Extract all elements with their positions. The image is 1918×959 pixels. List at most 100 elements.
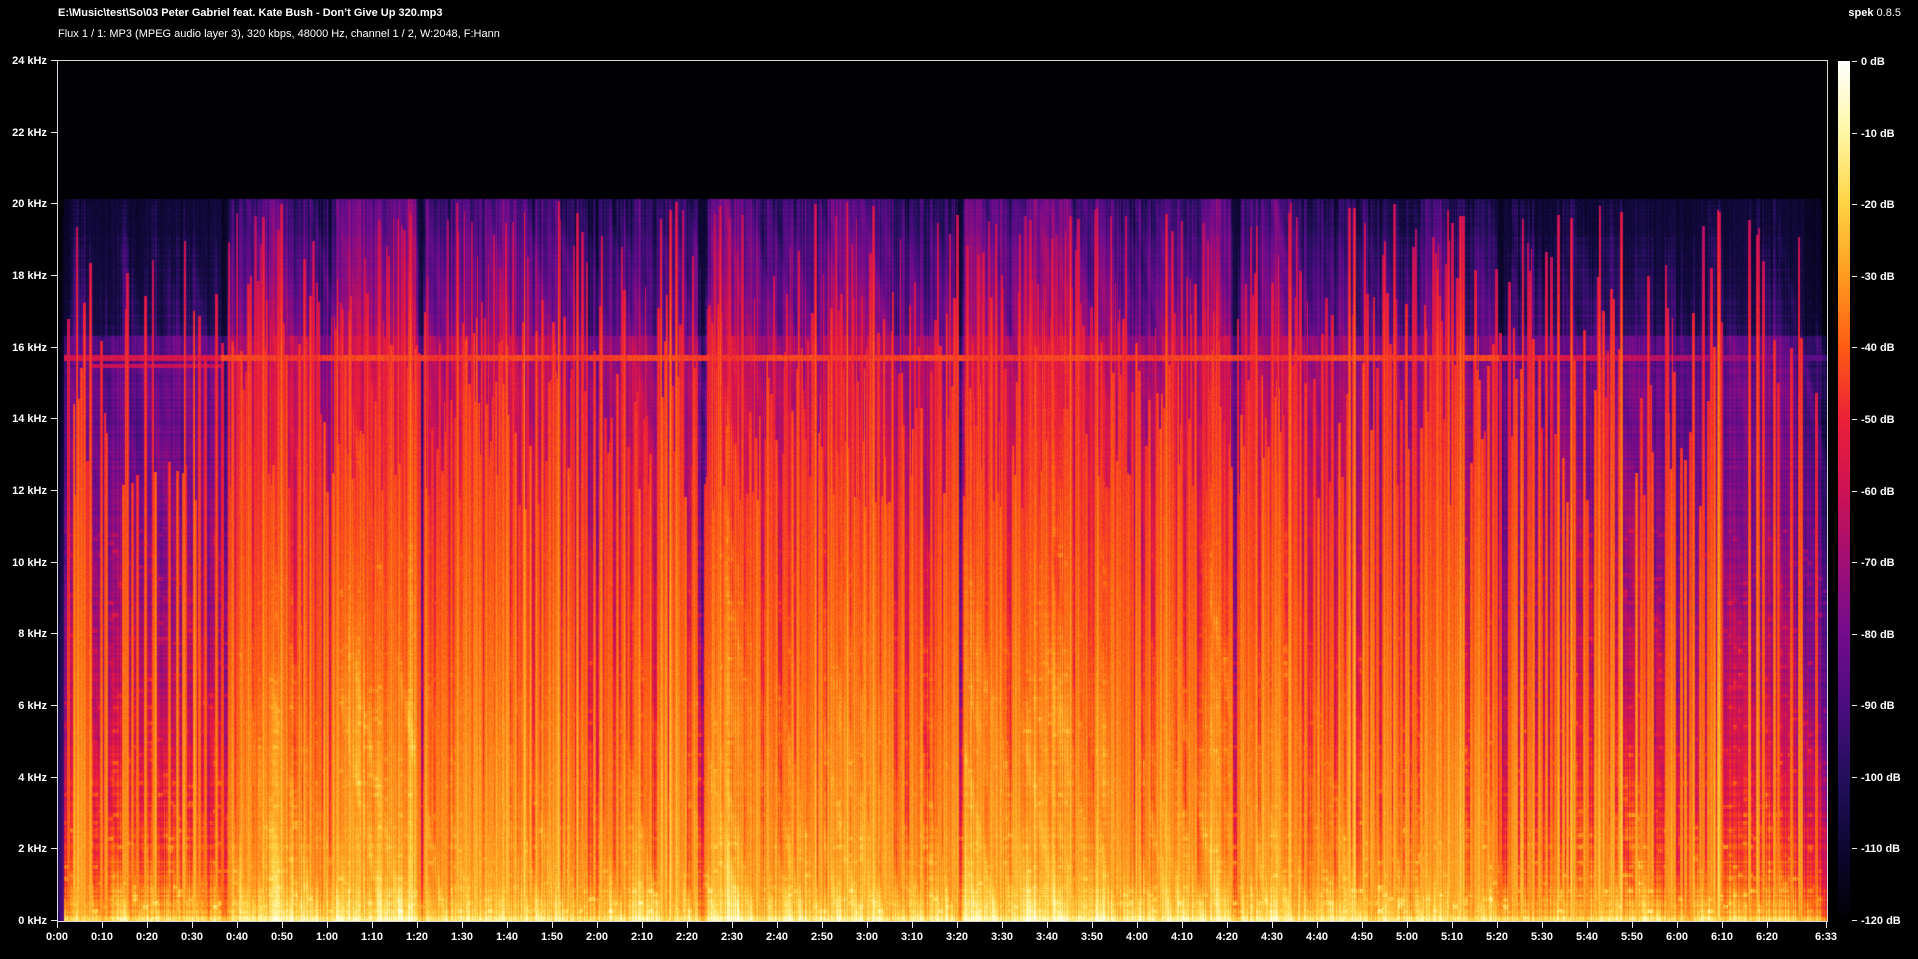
y-axis-tick	[51, 347, 57, 348]
legend-label: -80 dB	[1861, 628, 1895, 642]
x-axis-tick	[507, 922, 508, 928]
y-axis-label: 12 kHz	[0, 484, 47, 498]
y-axis-tick	[51, 777, 57, 778]
x-axis-tick	[1182, 922, 1183, 928]
legend-label: -70 dB	[1861, 556, 1895, 570]
x-axis-tick	[912, 922, 913, 928]
x-axis-label: 0:40	[212, 930, 262, 944]
legend-tick	[1852, 705, 1857, 706]
y-axis-tick	[51, 490, 57, 491]
x-axis-tick	[732, 922, 733, 928]
x-axis-tick	[597, 922, 598, 928]
x-axis-label: 1:30	[437, 930, 487, 944]
x-axis-tick	[57, 922, 58, 928]
x-axis-tick	[1227, 922, 1228, 928]
y-axis-tick	[51, 920, 57, 921]
x-axis-label: 3:50	[1067, 930, 1117, 944]
x-axis-tick	[1407, 922, 1408, 928]
legend-tick	[1852, 133, 1857, 134]
x-axis-label: 5:10	[1427, 930, 1477, 944]
x-axis-label: 1:20	[392, 930, 442, 944]
x-axis-tick	[102, 922, 103, 928]
legend-label: -30 dB	[1861, 270, 1895, 284]
x-axis-label: 0:30	[167, 930, 217, 944]
y-axis-tick	[51, 203, 57, 204]
legend-gradient	[1838, 61, 1850, 921]
legend-tick	[1852, 562, 1857, 563]
x-axis-label: 4:10	[1157, 930, 1207, 944]
x-axis-tick	[1317, 922, 1318, 928]
x-axis-label: 2:10	[617, 930, 667, 944]
x-axis-tick	[192, 922, 193, 928]
x-axis-label: 2:40	[752, 930, 802, 944]
x-axis-tick	[417, 922, 418, 928]
y-axis-label: 18 kHz	[0, 269, 47, 283]
x-axis-tick	[1767, 922, 1768, 928]
y-axis-label: 4 kHz	[0, 771, 47, 785]
y-axis-tick	[51, 848, 57, 849]
x-axis-label: 5:20	[1472, 930, 1522, 944]
x-axis-label: 3:10	[887, 930, 937, 944]
x-axis-label: 3:00	[842, 930, 892, 944]
y-axis-label: 22 kHz	[0, 126, 47, 140]
legend-tick	[1852, 204, 1857, 205]
legend-tick	[1852, 61, 1857, 62]
legend-label: -120 dB	[1861, 914, 1901, 928]
app-version: 0.8.5	[1877, 7, 1901, 19]
legend-label: -50 dB	[1861, 413, 1895, 427]
y-axis-tick	[51, 705, 57, 706]
y-axis-label: 24 kHz	[0, 54, 47, 68]
x-axis-label: 1:50	[527, 930, 577, 944]
x-axis-tick	[1677, 922, 1678, 928]
y-axis-tick	[51, 562, 57, 563]
x-axis-tick	[957, 922, 958, 928]
x-axis-tick	[1047, 922, 1048, 928]
legend-tick	[1852, 419, 1857, 420]
y-axis-tick	[51, 60, 57, 61]
legend-label: 0 dB	[1861, 55, 1885, 69]
x-axis-label: 5:40	[1562, 930, 1612, 944]
x-axis-label: 1:00	[302, 930, 352, 944]
spectrogram-frame	[57, 60, 1828, 922]
x-axis-tick	[867, 922, 868, 928]
y-axis-tick	[51, 418, 57, 419]
spectrogram-canvas	[58, 61, 1827, 921]
x-axis-label: 3:20	[932, 930, 982, 944]
legend-label: -20 dB	[1861, 198, 1895, 212]
legend-label: -100 dB	[1861, 771, 1901, 785]
x-axis-tick	[642, 922, 643, 928]
x-axis-label: 4:40	[1292, 930, 1342, 944]
legend-tick	[1852, 777, 1857, 778]
x-axis-label: 2:30	[707, 930, 757, 944]
x-axis-label: 2:20	[662, 930, 712, 944]
y-axis-tick	[51, 633, 57, 634]
legend-tick	[1852, 634, 1857, 635]
x-axis-tick	[1632, 922, 1633, 928]
x-axis-tick	[1137, 922, 1138, 928]
x-axis-tick	[1272, 922, 1273, 928]
y-axis-tick	[51, 275, 57, 276]
y-axis-label: 2 kHz	[0, 842, 47, 856]
x-axis-label: 3:40	[1022, 930, 1072, 944]
x-axis-tick	[147, 922, 148, 928]
x-axis-label: 0:10	[77, 930, 127, 944]
stream-info: Flux 1 / 1: MP3 (MPEG audio layer 3), 32…	[58, 28, 500, 41]
x-axis-tick	[462, 922, 463, 928]
x-axis-tick	[372, 922, 373, 928]
y-axis-label: 8 kHz	[0, 627, 47, 641]
legend-label: -60 dB	[1861, 485, 1895, 499]
x-axis-label: 5:50	[1607, 930, 1657, 944]
app-name: spek	[1848, 7, 1873, 19]
x-axis-label: 0:50	[257, 930, 307, 944]
x-axis-label: 1:40	[482, 930, 532, 944]
x-axis-label: 6:00	[1652, 930, 1702, 944]
y-axis-label: 20 kHz	[0, 197, 47, 211]
x-axis-tick	[282, 922, 283, 928]
x-axis-label: 2:50	[797, 930, 847, 944]
x-axis-tick	[1826, 922, 1827, 928]
x-axis-tick	[237, 922, 238, 928]
x-axis-tick	[1362, 922, 1363, 928]
legend-label: -10 dB	[1861, 127, 1895, 141]
x-axis-label: 4:30	[1247, 930, 1297, 944]
x-axis-label: 5:00	[1382, 930, 1432, 944]
